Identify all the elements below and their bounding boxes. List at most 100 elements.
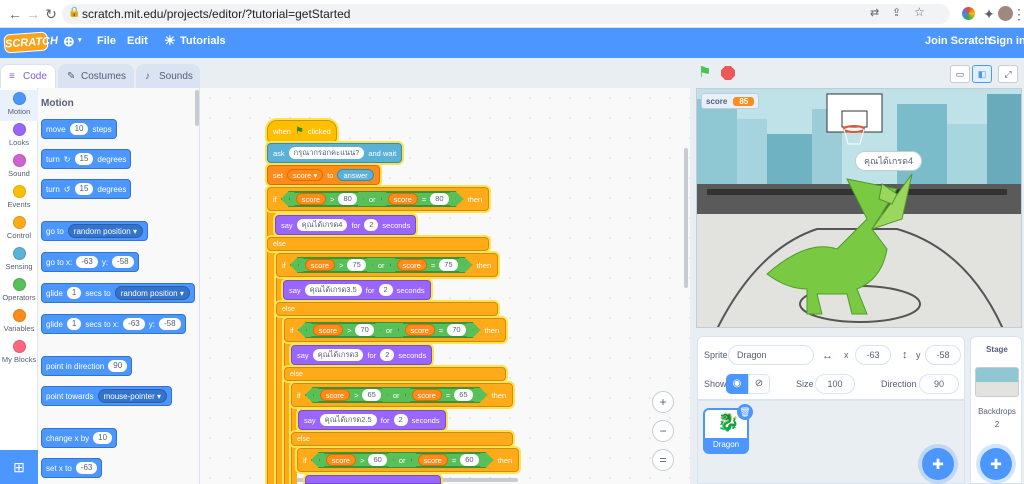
say-for-secs-block[interactable]: say คุณได้เกรด4 for 2 seconds (275, 215, 417, 235)
block-input[interactable]: กรุณากรอกคะแนน? (288, 147, 365, 159)
score-reporter[interactable]: score (418, 454, 448, 466)
block-input[interactable]: 2 (378, 284, 393, 296)
block-input[interactable]: -58 (158, 318, 181, 330)
browser-menu-icon[interactable]: ⋮ (1010, 5, 1024, 23)
scratch-logo[interactable]: SCRATCH (3, 31, 58, 54)
score-reporter[interactable]: score (320, 389, 350, 401)
bookmark-star-icon[interactable]: ☆ (914, 5, 925, 19)
if-block[interactable]: if score > 80 or score = 80 then (267, 187, 489, 211)
show-visible-button[interactable]: ◉ (726, 374, 748, 394)
or-operator[interactable]: score > 75 or score = 75 (290, 257, 473, 273)
block-input[interactable]: 70 (447, 324, 465, 336)
block-input[interactable]: 2 (380, 349, 395, 361)
block-input[interactable]: 1 (66, 287, 82, 299)
block-turn-right[interactable]: turn ↻ 15 degrees (41, 149, 132, 169)
if-block[interactable]: if score > 60 or score = 60 then (297, 448, 519, 472)
sprite-name-field[interactable]: Dragon (728, 345, 814, 365)
greater-than-operator[interactable]: score > 60 (319, 453, 394, 467)
block-input[interactable]: 60 (368, 454, 386, 466)
if-block[interactable]: if score > 70 or score = 70 then (284, 318, 506, 342)
block-input[interactable]: 1 (66, 318, 82, 330)
back-icon[interactable]: ← (6, 5, 24, 23)
equals-operator[interactable]: score = 80 (381, 192, 456, 206)
choose-sprite-button[interactable]: ✚ (922, 448, 954, 480)
y-field[interactable]: -58 (925, 345, 961, 365)
say-for-secs-block[interactable]: say คุณได้เกรด3 for 2 seconds (291, 345, 433, 365)
score-reporter[interactable]: score (388, 193, 418, 205)
set-variable-block[interactable]: set score ▾ to answer (267, 165, 380, 185)
or-operator[interactable]: score > 80 or score = 80 (281, 191, 464, 207)
say-for-secs-block-partial[interactable] (305, 475, 441, 484)
category-sound[interactable]: Sound (0, 152, 38, 183)
block-dropdown[interactable]: random position ▾ (114, 286, 190, 300)
share-icon[interactable]: ⇪ (892, 6, 901, 19)
block-input[interactable]: คุณได้เกรด3.5 (304, 284, 362, 296)
block-input[interactable]: 65 (454, 389, 472, 401)
score-reporter[interactable]: score (305, 259, 335, 271)
block-point-towards[interactable]: point towards mouse-pointer ▾ (41, 386, 172, 406)
if-block[interactable]: if score > 65 or score = 65 then (291, 383, 513, 407)
block-input[interactable]: 75 (347, 259, 365, 271)
category-variables[interactable]: Variables (0, 307, 38, 338)
score-reporter[interactable]: score (412, 389, 442, 401)
category-operators[interactable]: Operators (0, 276, 38, 307)
greater-than-operator[interactable]: score > 70 (306, 323, 381, 337)
block-input[interactable]: คุณได้เกรด3 (312, 349, 364, 361)
palette-scrollbar[interactable] (195, 90, 199, 126)
block-input[interactable]: -58 (112, 256, 134, 268)
block-input[interactable]: 10 (93, 432, 113, 444)
block-dropdown[interactable]: mouse-pointer ▾ (97, 389, 167, 403)
add-extension-button[interactable]: ⊞ (0, 450, 38, 484)
category-looks[interactable]: Looks (0, 121, 38, 152)
tab-sounds[interactable]: ♪ Sounds (136, 64, 200, 88)
block-input[interactable]: คุณได้เกรด2.5 (319, 414, 377, 426)
workspace-vertical-scrollbar[interactable] (684, 148, 688, 288)
choose-backdrop-button[interactable]: ✚ (980, 448, 1012, 480)
direction-field[interactable]: 90 (919, 374, 959, 394)
score-reporter[interactable]: score (397, 259, 427, 271)
green-flag-button[interactable]: ⚑ (698, 64, 718, 82)
equals-operator[interactable]: score = 60 (411, 453, 486, 467)
block-input[interactable]: 15 (74, 183, 94, 195)
block-input[interactable]: -63 (75, 462, 98, 474)
stage-canvas[interactable]: score 85 คุณได้เกรด4 (696, 88, 1022, 328)
block-go-to[interactable]: go to random position ▾ (41, 221, 148, 241)
block-input[interactable]: 65 (362, 389, 380, 401)
show-hidden-button[interactable]: ⊘ (748, 374, 770, 394)
extension-chrome-icon[interactable] (962, 7, 975, 20)
delete-sprite-button[interactable]: 🗑 (737, 404, 753, 420)
zoom-in-button[interactable]: + (652, 391, 674, 413)
score-reporter[interactable]: score (326, 454, 356, 466)
block-input[interactable]: 70 (355, 324, 373, 336)
score-monitor[interactable]: score 85 (701, 93, 760, 109)
normal-stage-button[interactable]: ◧ (972, 65, 992, 83)
score-reporter[interactable]: score (405, 324, 435, 336)
if-block[interactable]: if score > 75 or score = 75 then (276, 253, 498, 277)
category-my-blocks[interactable]: My Blocks (0, 338, 38, 369)
tab-code[interactable]: ≡ Code (0, 64, 56, 88)
block-input[interactable]: -63 (123, 318, 145, 330)
block-input[interactable]: 75 (439, 259, 457, 271)
equals-operator[interactable]: score = 65 (405, 388, 480, 402)
ask-and-wait-block[interactable]: ask กรุณากรอกคะแนน? and wait (267, 143, 403, 163)
block-input[interactable]: -63 (76, 256, 98, 268)
variable-dropdown[interactable]: score ▾ (287, 169, 324, 181)
block-go-to-xy[interactable]: go to x: -63 y: -58 (41, 252, 139, 272)
forward-icon[interactable]: → (24, 5, 42, 23)
or-operator[interactable]: score > 70 or score = 70 (298, 322, 481, 338)
equals-operator[interactable]: score = 75 (390, 258, 465, 272)
block-set-x[interactable]: set x to -63 (41, 458, 103, 478)
block-glide-to-xy[interactable]: glide 1 secs to x: -63 y: -58 (41, 314, 186, 334)
block-input[interactable]: 2 (393, 414, 408, 426)
category-events[interactable]: Events (0, 183, 38, 214)
translate-icon[interactable]: ⇄ (870, 6, 879, 19)
extensions-puzzle-icon[interactable]: ✦ (980, 5, 998, 23)
say-for-secs-block[interactable]: say คุณได้เกรด2.5 for 2 seconds (298, 410, 446, 430)
block-input[interactable]: คุณได้เกรด4 (296, 219, 348, 231)
zoom-reset-button[interactable]: = (652, 449, 674, 471)
fullscreen-button[interactable]: ⤢ (998, 65, 1018, 83)
block-input[interactable]: 15 (74, 153, 94, 165)
category-sensing[interactable]: Sensing (0, 245, 38, 276)
join-scratch-link[interactable]: Join Scratch (925, 35, 991, 47)
block-dropdown[interactable]: random position ▾ (67, 224, 143, 238)
